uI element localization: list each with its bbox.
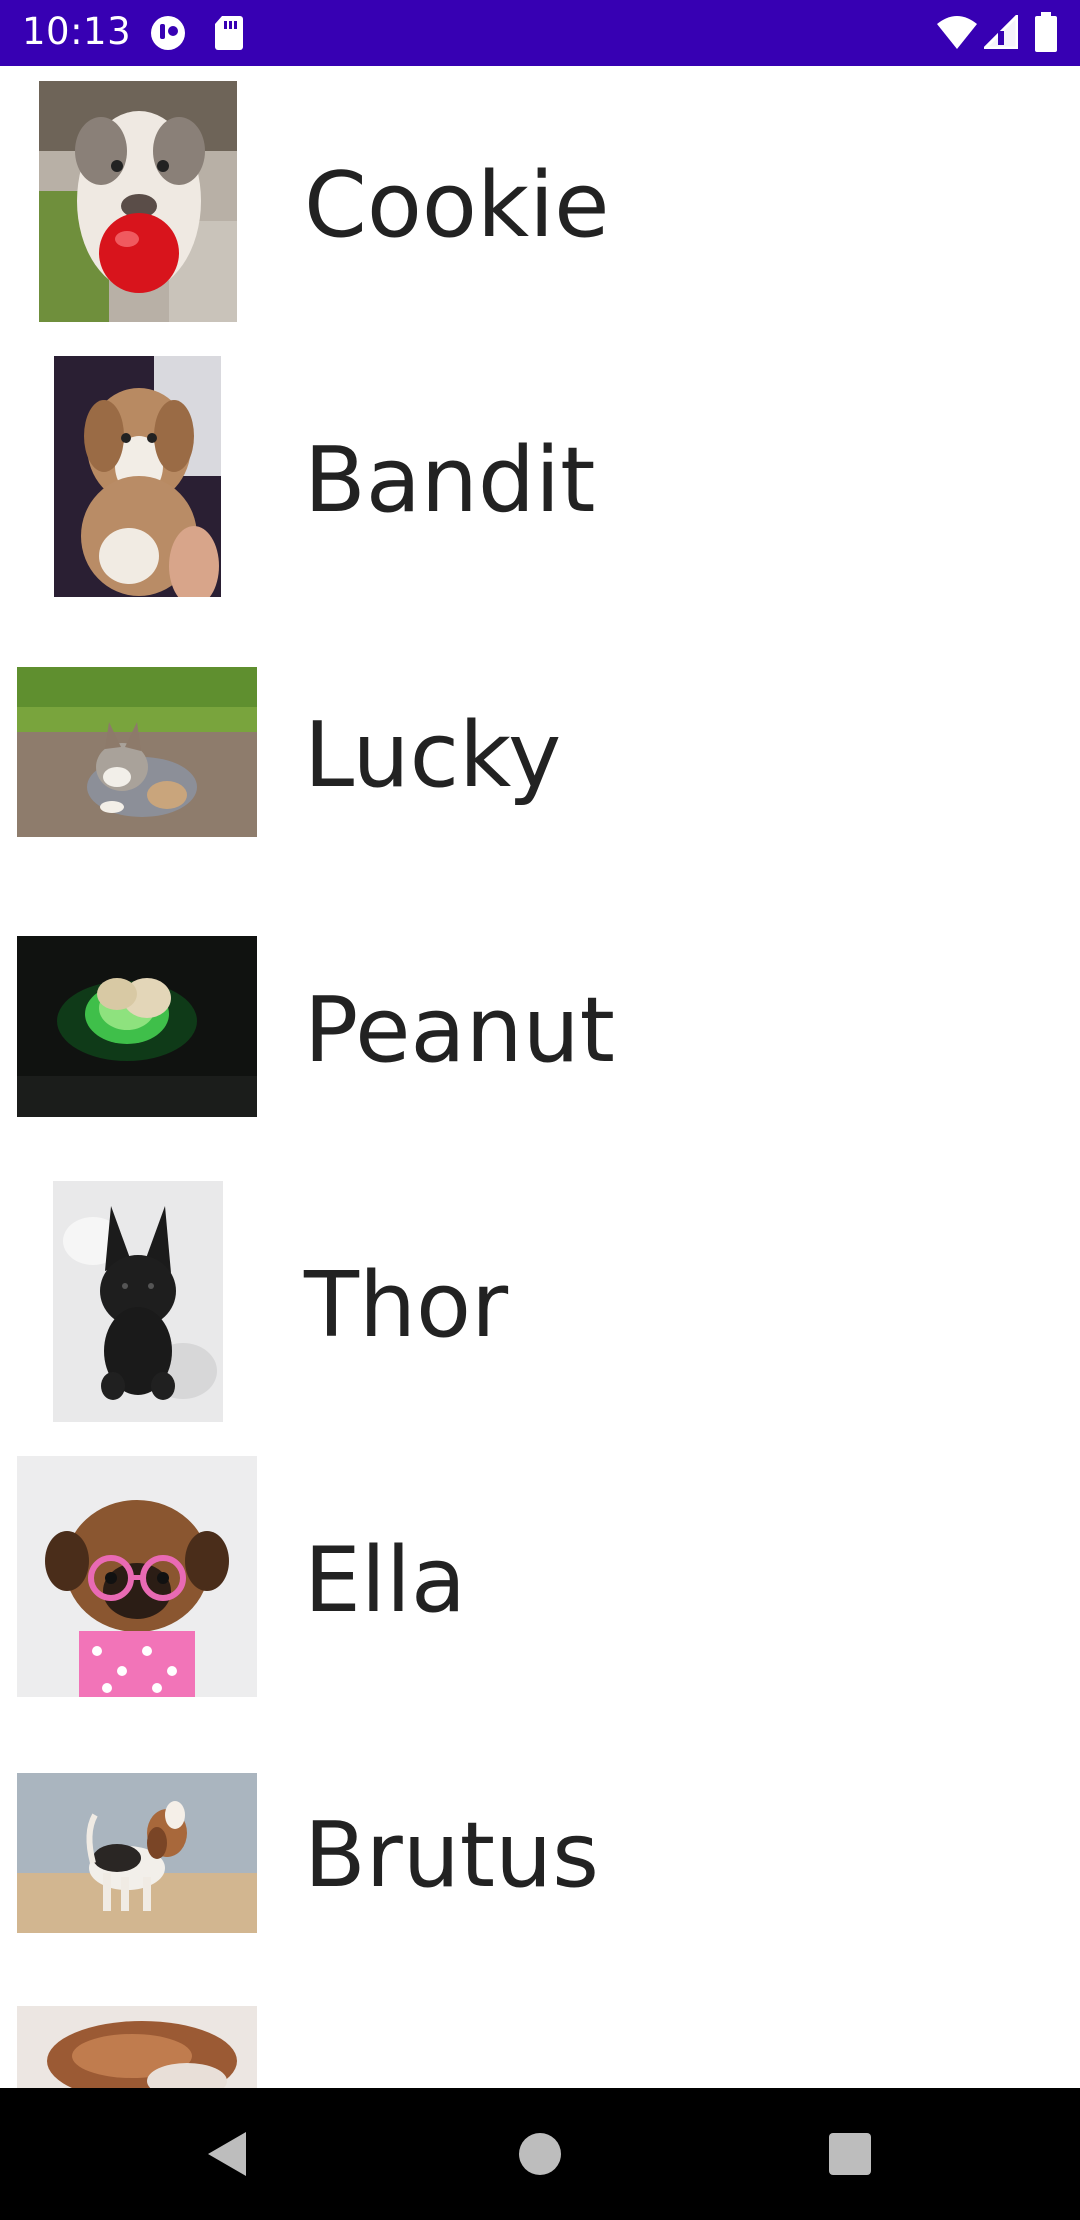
recents-icon[interactable] (818, 2122, 882, 2186)
battery-icon (1035, 12, 1057, 52)
dog-photo (39, 81, 237, 322)
dog-name: Cookie (304, 153, 610, 258)
sd-card-icon (215, 16, 243, 50)
list-item[interactable]: Cookie (0, 66, 1080, 341)
dog-name: Peanut (304, 978, 615, 1083)
dog-photo (53, 1181, 223, 1422)
cellular-signal-icon (984, 15, 1018, 49)
dog-name: Ella (304, 1528, 467, 1633)
dog-name: Thor (304, 1253, 509, 1358)
list-item[interactable]: Lucky (0, 616, 1080, 891)
dog-photo (54, 356, 221, 597)
dog-name: Bandit (304, 428, 596, 533)
navigation-bar (0, 2088, 1080, 2220)
status-time: 10:13 (22, 10, 132, 53)
list-item[interactable]: Thor (0, 1166, 1080, 1441)
dog-photo (17, 667, 257, 837)
home-icon[interactable] (508, 2122, 572, 2186)
list-item[interactable]: Bandit (0, 341, 1080, 616)
dog-list[interactable]: Cookie Bandit Lucky Peanut Thor Ella Bru… (0, 66, 1080, 2088)
dog-photo (17, 2006, 257, 2088)
app-notification-icon (151, 16, 185, 50)
list-item[interactable]: Ella (0, 1441, 1080, 1716)
dog-photo (17, 936, 257, 1117)
wifi-icon (937, 16, 977, 49)
dog-name: Brutus (304, 1803, 600, 1908)
dog-photo (17, 1773, 257, 1933)
list-item[interactable] (0, 1991, 1080, 2088)
dog-photo (17, 1456, 257, 1697)
back-icon[interactable] (194, 2122, 258, 2186)
list-item[interactable]: Brutus (0, 1716, 1080, 1991)
list-item[interactable]: Peanut (0, 891, 1080, 1166)
status-bar: 10:13 (0, 0, 1080, 66)
dog-name: Lucky (304, 703, 562, 808)
